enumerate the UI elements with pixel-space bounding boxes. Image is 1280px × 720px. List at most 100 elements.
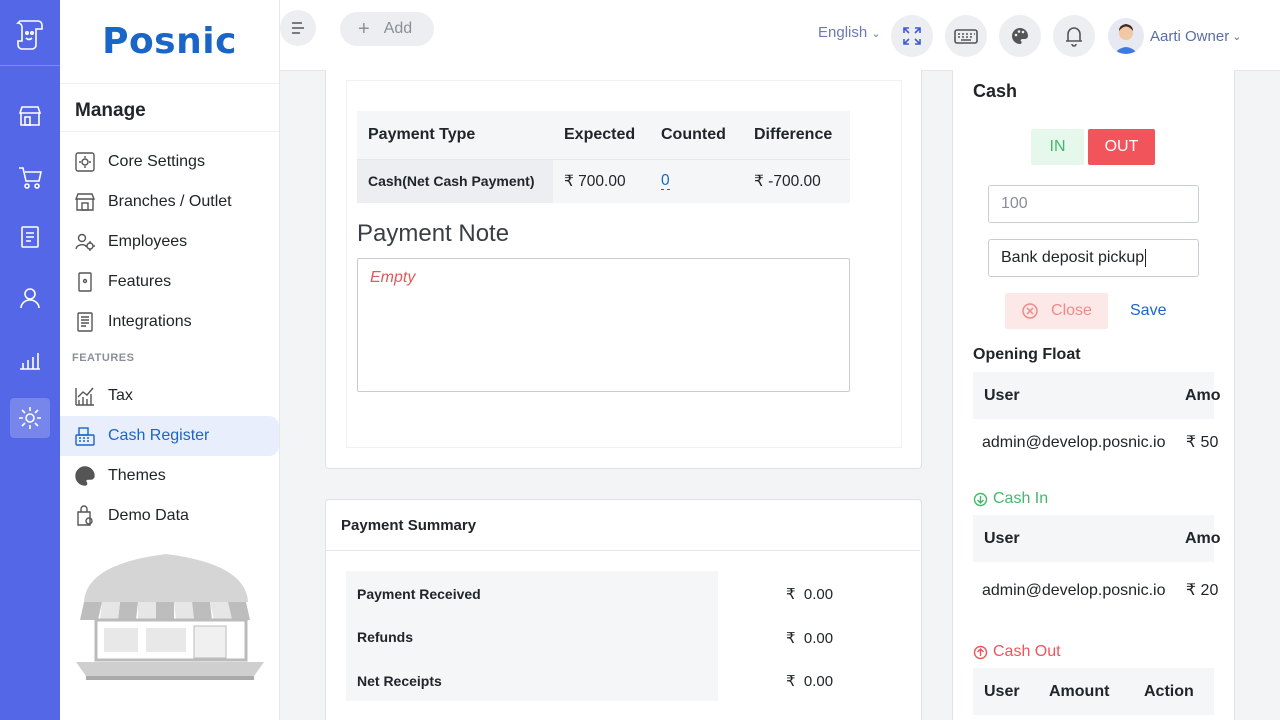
currency-symbol: ₹ (786, 630, 796, 647)
integrations-icon (74, 311, 96, 333)
opening-float-title: Opening Float (973, 346, 1081, 363)
language-label: English (818, 24, 868, 41)
orders-nav-icon[interactable] (10, 217, 50, 257)
float-user: admin@develop.posnic.io (982, 434, 1166, 451)
note-input[interactable]: Bank deposit pickup (988, 239, 1199, 277)
summary-amount: 0.00 (803, 586, 834, 603)
cash-out-title: Cash Out (993, 643, 1061, 660)
user-menu[interactable]: Aarti Owner ⌄ (1108, 16, 1241, 56)
column-header: Amo (1185, 387, 1221, 404)
sidebar-item-features[interactable]: Features (60, 262, 279, 302)
cash-in-user: admin@develop.posnic.io (982, 582, 1166, 599)
align-left-icon (292, 22, 304, 34)
language-selector[interactable]: English ⌄ (818, 24, 881, 41)
cash-out-toggle[interactable]: OUT (1088, 129, 1155, 165)
summary-amount: 0.00 (803, 630, 834, 647)
column-header: Amount (1049, 683, 1110, 700)
bell-icon (1066, 27, 1082, 47)
sidebar-item-label: Employees (108, 233, 188, 250)
user-nav-icon[interactable] (10, 278, 50, 318)
cash-register-icon (74, 425, 96, 447)
column-header: User (984, 683, 1020, 700)
payment-summary-title: Payment Summary (326, 500, 920, 551)
demo-data-icon (74, 505, 96, 527)
palette-icon (74, 465, 96, 487)
features-icon (74, 271, 96, 293)
expected-cell: ₹ 700.00 (553, 159, 650, 203)
column-header: Amo (1185, 530, 1221, 547)
add-button[interactable]: + Add (340, 12, 434, 46)
cash-in-toggle[interactable]: IN (1031, 129, 1084, 165)
sidebar-item-label: Branches / Outlet (108, 193, 232, 210)
sidebar-item-label: Features (108, 273, 172, 290)
sidebar-item-employees[interactable]: Employees (60, 222, 279, 262)
sidebar-item-label: Integrations (108, 313, 192, 330)
column-header: Counted (650, 111, 743, 160)
notifications-button[interactable] (1053, 15, 1095, 57)
arrow-up-circle-icon (973, 645, 988, 659)
keyboard-button[interactable] (945, 15, 987, 57)
table-row: Cash(Net Cash Payment) ₹ 700.00 0 ₹ -700… (357, 159, 850, 203)
payment-card: Payment Type Expected Counted Difference… (325, 70, 922, 469)
payment-table: Payment Type Expected Counted Difference… (357, 111, 850, 203)
sidebar-item-branches[interactable]: Branches / Outlet (60, 182, 279, 222)
cash-in-amount: ₹ 20 (1185, 582, 1219, 599)
sidebar-item-label: Tax (108, 387, 133, 404)
tax-chart-icon (74, 385, 96, 407)
employees-gear-icon (74, 231, 96, 253)
palette-icon (1012, 28, 1028, 44)
cart-nav-icon[interactable] (10, 157, 50, 197)
sidebar-item-cash-register[interactable]: Cash Register (60, 416, 279, 456)
close-circle-icon (1022, 303, 1038, 319)
brand-logo[interactable]: Posnic (60, 0, 279, 84)
fullscreen-button[interactable] (891, 15, 933, 57)
sidebar-item-label: Core Settings (108, 153, 205, 170)
cash-out-section-title: Cash Out (973, 643, 1061, 661)
sidebar-item-demo-data[interactable]: Demo Data (60, 496, 279, 536)
table-row: admin@develop.posnic.io ₹ 50 (982, 432, 1218, 452)
float-amount: ₹ 50 (1185, 434, 1219, 451)
text-cursor (1145, 249, 1147, 267)
chevron-down-icon: ⌄ (1232, 30, 1242, 43)
opening-float-table-header: User Amo (973, 372, 1221, 419)
store-icon (74, 191, 96, 213)
sidebar-item-label: Cash Register (108, 427, 210, 444)
add-button-label: Add (383, 20, 413, 37)
store-nav-icon[interactable] (10, 96, 50, 136)
sidebar-item-themes[interactable]: Themes (60, 456, 279, 496)
user-name: Aarti Owner (1150, 27, 1230, 45)
divider (60, 131, 279, 132)
column-header: Payment Type (357, 111, 553, 160)
brand-name: Posnic (102, 21, 237, 62)
currency-symbol: ₹ (786, 673, 796, 690)
amount-input[interactable]: 100 (988, 185, 1199, 223)
table-row: admin@develop.posnic.io ₹ 20 (982, 580, 1218, 600)
counted-edit-link[interactable]: 0 (661, 172, 670, 191)
arrow-down-circle-icon (973, 492, 988, 506)
store-illustration (74, 552, 266, 691)
difference-cell: ₹ -700.00 (743, 159, 850, 203)
summary-label: Payment Received (357, 586, 481, 602)
chevron-down-icon: ⌄ (871, 28, 881, 40)
settings-nav-icon[interactable] (10, 398, 50, 438)
sidebar-item-integrations[interactable]: Integrations (60, 302, 279, 342)
cash-panel: Cash IN OUT 100 Bank deposit pickup Clos… (952, 70, 1235, 720)
reports-nav-icon[interactable] (10, 339, 50, 379)
sidebar-heading: Manage (75, 100, 146, 121)
app-logo-icon[interactable] (0, 0, 60, 66)
summary-amount: 0.00 (803, 673, 834, 690)
column-header: Action (1144, 683, 1194, 700)
sidebar-item-tax[interactable]: Tax (60, 376, 279, 416)
sidebar-item-core-settings[interactable]: Core Settings (60, 142, 279, 182)
avatar (1108, 18, 1144, 54)
keyboard-icon (954, 29, 978, 44)
menu-toggle-button[interactable] (280, 10, 316, 46)
cash-in-section-title: Cash In (973, 490, 1048, 508)
cash-out-table-header: User Amount Action (973, 668, 1214, 715)
payment-note-textarea[interactable]: Empty (357, 258, 850, 392)
close-button[interactable]: Close (1005, 293, 1108, 329)
save-button[interactable]: Save (1130, 302, 1166, 320)
settings-gear-icon (74, 151, 96, 173)
cash-in-title: Cash In (993, 490, 1049, 507)
theme-button[interactable] (999, 15, 1041, 57)
